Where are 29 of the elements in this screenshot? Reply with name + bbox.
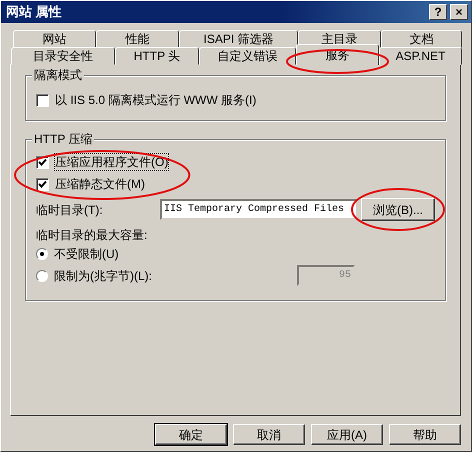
section-label: 临时目录的最大容量: [36, 227, 148, 243]
field-label: 临时目录(T): [36, 202, 103, 218]
group-title: 隔离模式 [32, 67, 84, 83]
checkbox-label: 以 IIS 5.0 隔离模式运行 WWW 服务(I) [55, 92, 256, 108]
radio-label: 限制为(兆字节)(L): [54, 268, 152, 284]
dialog-button[interactable]: 应用(A) [311, 424, 383, 445]
radio-button[interactable] [36, 248, 48, 260]
tab[interactable]: 文档 [381, 30, 462, 48]
radio-label: 不受限制(U) [54, 246, 119, 262]
checkbox[interactable] [36, 94, 49, 106]
tab[interactable]: HTTP 头 [115, 47, 199, 65]
tab[interactable]: ISAPI 筛选器 [179, 30, 298, 48]
tab[interactable]: 目录安全性 [11, 47, 115, 65]
tab[interactable]: 网站 [13, 30, 96, 48]
browse-button[interactable]: 浏览(B)... [361, 198, 435, 221]
window-title: 网站 属性 [6, 3, 63, 22]
dialog-button[interactable]: 确定 [155, 424, 227, 445]
group-title: HTTP 压缩 [32, 131, 94, 147]
help-button[interactable]: ? [429, 4, 447, 20]
tab[interactable]: ASP.NET [379, 47, 462, 65]
tab[interactable]: 自定义错误 [199, 47, 296, 65]
close-button[interactable]: × [450, 4, 468, 20]
tab[interactable]: 性能 [96, 30, 179, 48]
dialog-button[interactable]: 帮助 [389, 424, 461, 445]
dialog-button[interactable]: 取消 [233, 424, 305, 445]
radio-button[interactable] [36, 270, 48, 282]
checkbox[interactable] [36, 178, 49, 190]
checkbox-label: 压缩静态文件(M) [55, 176, 145, 192]
folder-field[interactable]: IIS Temporary Compressed Files [160, 199, 358, 220]
